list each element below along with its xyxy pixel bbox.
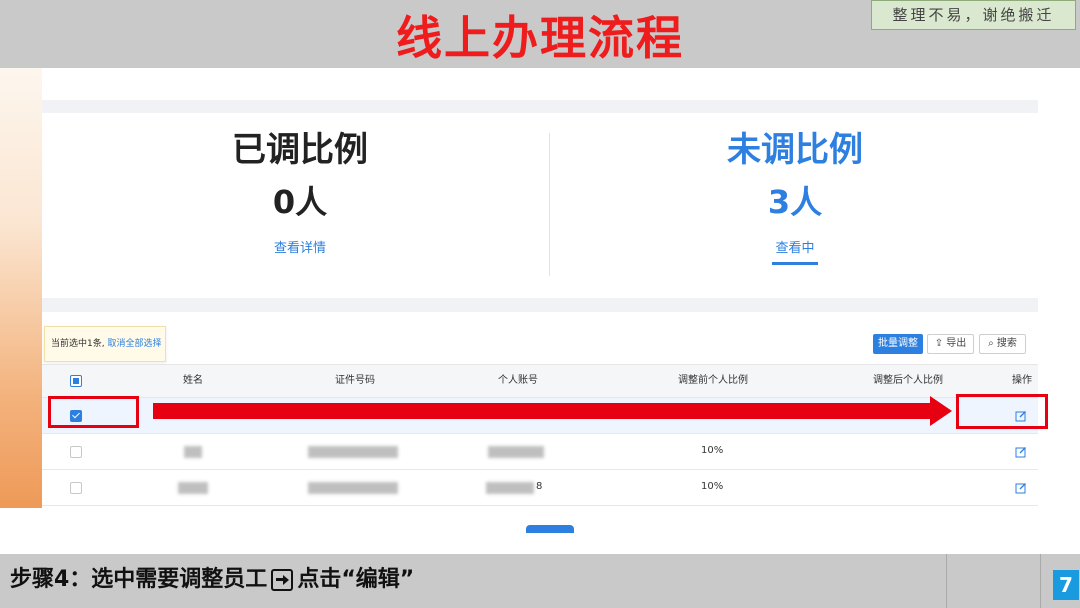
column-header-account: 个人账号	[498, 375, 538, 386]
before-ratio-value: 10%	[701, 481, 724, 492]
selection-count-text: 当前选中1条,	[51, 339, 105, 349]
blurred-name	[184, 446, 202, 458]
guide-arrow-shaft	[153, 403, 933, 419]
column-header-name: 姓名	[183, 375, 203, 386]
slide-footer: 步骤4：选中需要调整员工 点击“编辑”	[0, 554, 1080, 608]
step-instruction: 步骤4：选中需要调整员工 点击“编辑”	[10, 562, 414, 598]
blurred-id-number	[308, 482, 398, 494]
adjusted-stat: 已调比例 0人 查看详情	[150, 128, 450, 258]
edit-icon[interactable]	[1015, 446, 1027, 458]
table-row[interactable]: 10%	[42, 434, 1038, 470]
select-all-checkbox[interactable]	[70, 375, 82, 387]
edit-highlight-box	[956, 394, 1048, 429]
app-screenshot: 已调比例 0人 查看详情 未调比例 3人 查看中 当前选中1条, 取消全部选择 …	[42, 68, 1038, 542]
arrow-right-icon	[271, 569, 294, 591]
unadjusted-title: 未调比例	[727, 130, 863, 170]
step-suffix: 点击“编辑”	[297, 567, 415, 592]
search-label: 搜索	[996, 338, 1017, 349]
unadjusted-stat[interactable]: 未调比例 3人 查看中	[645, 128, 945, 265]
section-divider	[42, 298, 1038, 312]
selection-tip: 当前选中1条, 取消全部选择	[44, 326, 166, 362]
stat-divider	[549, 133, 550, 276]
blurred-account	[486, 482, 534, 494]
decorative-strip	[0, 68, 42, 508]
step-prefix: 步骤4：选中需要调整员工	[10, 567, 268, 592]
adjusted-count: 0人	[272, 183, 328, 221]
search-icon: ⌕	[988, 338, 994, 349]
column-header-after-ratio: 调整后个人比例	[873, 375, 943, 386]
copyright-note: 整理不易，谢绝搬迁	[871, 0, 1076, 30]
row-checkbox[interactable]	[70, 482, 82, 494]
active-tab-indicator	[772, 262, 818, 265]
blurred-account	[488, 446, 544, 458]
footer-divider	[1040, 554, 1041, 608]
export-button[interactable]: ⇪ 导出	[927, 334, 974, 354]
batch-adjust-button[interactable]: 批量调整	[873, 334, 923, 354]
viewing-tab[interactable]: 查看中	[775, 240, 814, 258]
column-header-actions: 操作	[1012, 375, 1032, 386]
page-number: 7	[1053, 570, 1079, 600]
section-divider	[42, 100, 1038, 113]
blurred-id-number	[308, 446, 398, 458]
pagination-indicator[interactable]	[526, 525, 574, 533]
checkbox-highlight-box	[48, 396, 139, 428]
column-header-before-ratio: 调整前个人比例	[678, 375, 748, 386]
column-header-id: 证件号码	[335, 375, 375, 386]
adjusted-title: 已调比例	[232, 130, 368, 170]
edit-icon[interactable]	[1015, 482, 1027, 494]
export-label: 导出	[946, 338, 967, 349]
before-ratio-value: 10%	[701, 445, 724, 456]
view-details-link[interactable]: 查看详情	[274, 240, 326, 258]
search-button[interactable]: ⌕ 搜索	[979, 334, 1026, 354]
guide-arrow-head	[930, 396, 952, 426]
clear-selection-link[interactable]: 取消全部选择	[107, 339, 161, 349]
table-header: 姓名 证件号码 个人账号 调整前个人比例 调整后个人比例 操作	[42, 364, 1038, 398]
account-tail: 8	[536, 481, 543, 492]
blurred-name	[178, 482, 208, 494]
table-row[interactable]: 8 10%	[42, 470, 1038, 506]
export-icon: ⇪	[934, 338, 944, 349]
row-checkbox[interactable]	[70, 446, 82, 458]
unadjusted-count: 3人	[767, 183, 823, 221]
footer-divider	[946, 554, 947, 608]
